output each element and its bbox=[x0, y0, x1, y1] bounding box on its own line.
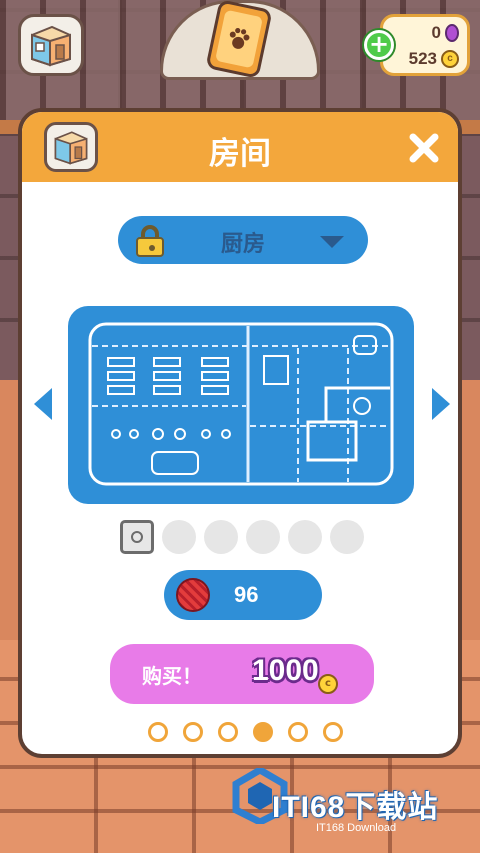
chevron-down-icon bbox=[320, 236, 344, 248]
gem-count: 0 bbox=[431, 23, 441, 42]
buy-button[interactable]: 购买！ 1000 c bbox=[110, 644, 374, 704]
page-dot[interactable] bbox=[183, 722, 203, 742]
coin-count: 523 bbox=[408, 49, 437, 68]
plus-icon: + bbox=[368, 30, 390, 58]
dialog-title: 房间 bbox=[209, 136, 271, 172]
watermark-subtitle: IT168 Download bbox=[316, 822, 397, 834]
room-icon bbox=[31, 25, 71, 67]
add-currency-button[interactable]: + bbox=[364, 30, 394, 60]
progress-slot bbox=[246, 520, 280, 554]
yarn-ball-icon bbox=[176, 578, 210, 612]
room-menu-button[interactable] bbox=[18, 14, 84, 76]
arrow-right-icon[interactable] bbox=[432, 388, 450, 420]
gem-icon bbox=[445, 24, 459, 42]
watermark-title: ITI68下载站 bbox=[272, 791, 439, 824]
close-icon bbox=[409, 133, 439, 163]
room-blueprint-preview bbox=[68, 306, 414, 504]
progress-slot bbox=[162, 520, 196, 554]
buy-price: 1000 bbox=[252, 654, 319, 687]
progress-slot bbox=[330, 520, 364, 554]
close-button[interactable] bbox=[406, 130, 442, 166]
page-dot[interactable] bbox=[218, 722, 238, 742]
yarn-cost-badge: 96 bbox=[164, 570, 322, 620]
page-dot-active[interactable] bbox=[253, 722, 273, 742]
blueprint-drawing bbox=[88, 322, 394, 486]
coin-icon: c bbox=[441, 50, 459, 68]
room-dialog: 房间 厨房 96 购买！ 1000 c bbox=[18, 108, 462, 758]
progress-slot bbox=[204, 520, 238, 554]
page-dot[interactable] bbox=[148, 722, 168, 742]
yarn-cost-value: 96 bbox=[234, 582, 259, 607]
safe-icon bbox=[120, 520, 154, 554]
room-dropdown[interactable]: 厨房 bbox=[118, 216, 368, 264]
page-dot[interactable] bbox=[323, 722, 343, 742]
buy-label: 购买！ bbox=[142, 664, 202, 688]
arrow-left-icon[interactable] bbox=[34, 388, 52, 420]
page-indicator bbox=[148, 722, 343, 742]
coin-counter: 523 c bbox=[409, 49, 459, 69]
coin-icon: c bbox=[318, 674, 338, 694]
watermark: ITI68下载站 IT168 Download bbox=[232, 768, 472, 840]
progress-slot bbox=[288, 520, 322, 554]
dialog-header: 房间 bbox=[22, 112, 458, 182]
gem-counter: 0 bbox=[432, 23, 459, 43]
cat-paw-card-icon bbox=[215, 9, 263, 69]
page-dot[interactable] bbox=[288, 722, 308, 742]
unlock-progress bbox=[120, 518, 364, 556]
